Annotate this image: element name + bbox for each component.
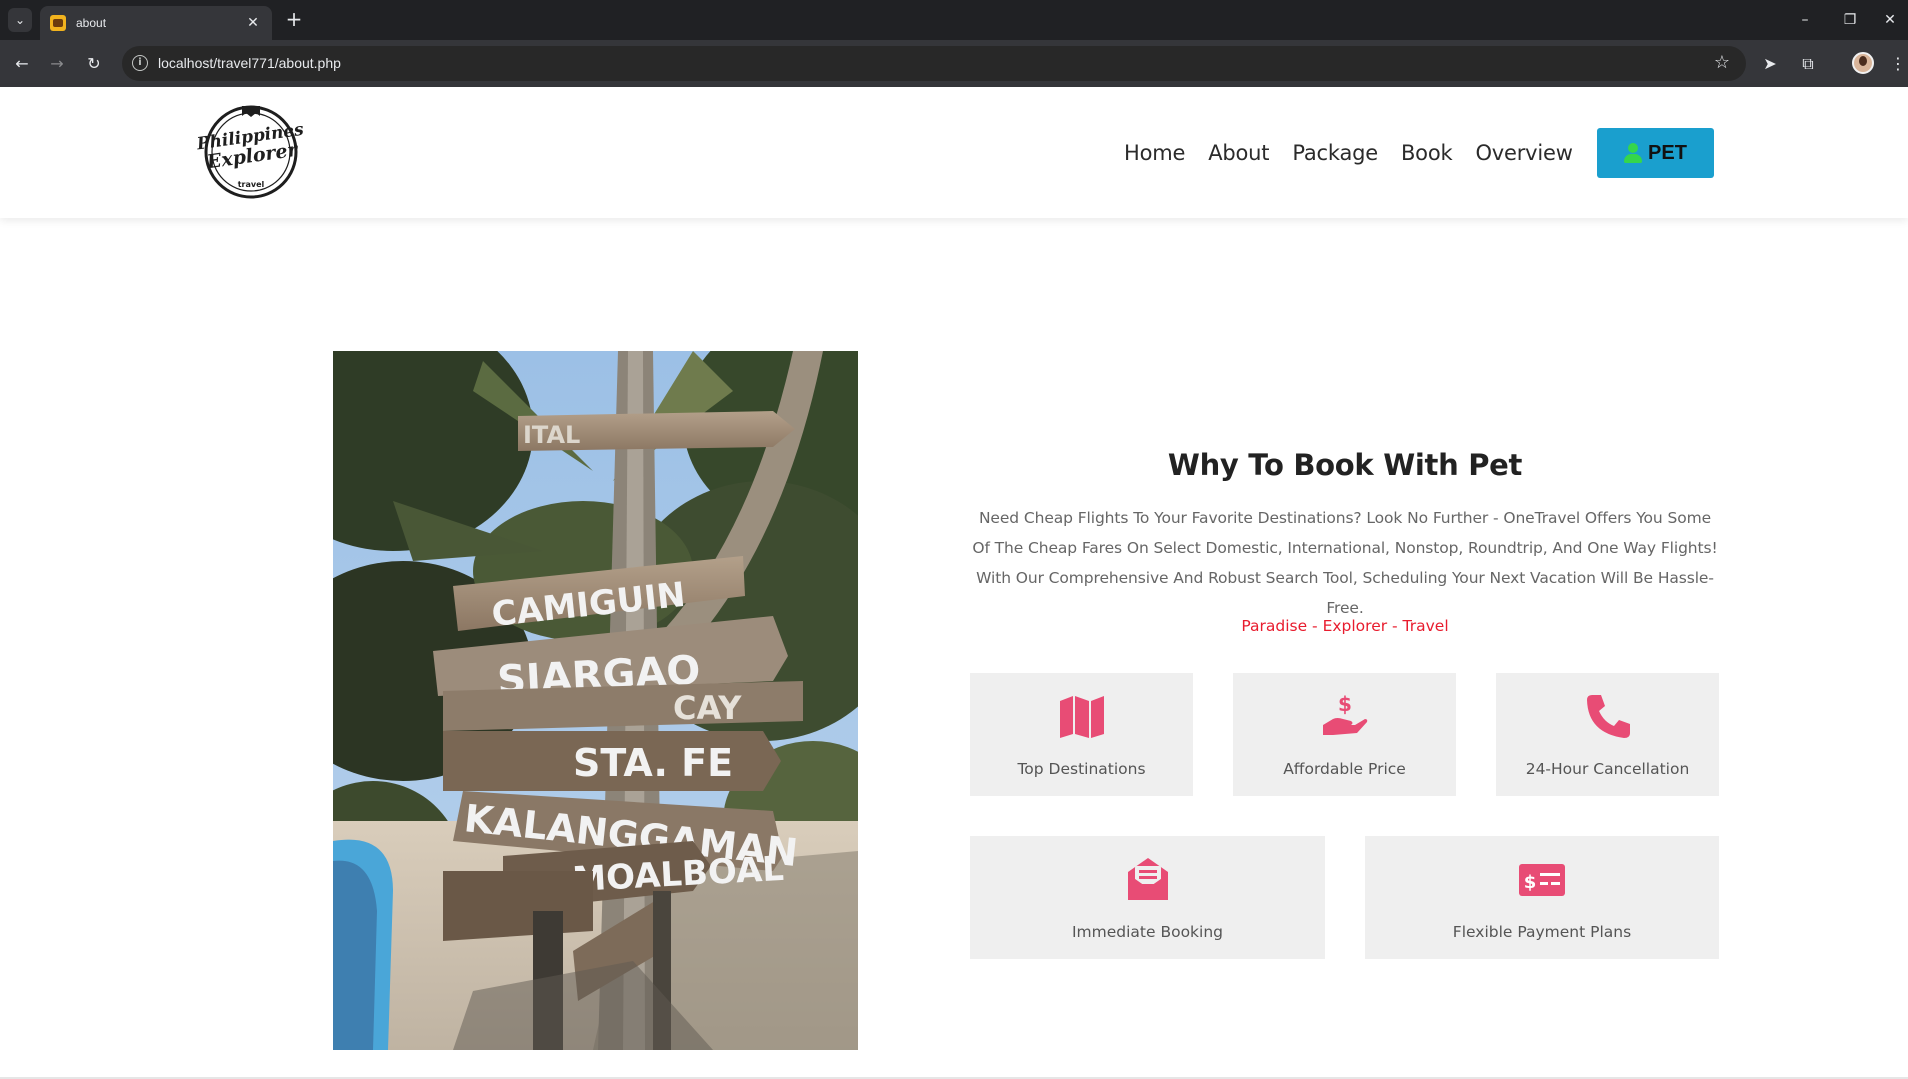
map-icon [1059, 696, 1104, 738]
url-text[interactable]: localhost/travel771/about.php [158, 55, 341, 71]
reload-icon[interactable]: ↻ [82, 52, 106, 76]
about-heading: Why To Book With Pet [1167, 448, 1523, 482]
feature-card-immediate-booking: Immediate Booking [970, 836, 1325, 959]
sign-text-cay: CAY [673, 689, 742, 727]
feature-label: 24-Hour Cancellation [1525, 760, 1690, 778]
phone-icon [1586, 695, 1630, 738]
browser-tab[interactable]: about ✕ [40, 6, 272, 40]
site-info-icon[interactable]: i [132, 55, 148, 71]
profile-avatar[interactable] [1852, 52, 1874, 74]
nav-overview[interactable]: Overview [1475, 141, 1572, 165]
about-paragraph: Need Cheap Flights To Your Favorite Dest… [972, 509, 1718, 617]
logo-text-line3: travel [238, 180, 265, 189]
svg-text:$: $ [1524, 872, 1537, 893]
feature-label: Flexible Payment Plans [1452, 923, 1632, 941]
pet-button-label: PET [1648, 141, 1687, 164]
close-window-icon[interactable]: ✕ [1870, 8, 1908, 32]
nav-home[interactable]: Home [1124, 141, 1185, 165]
browser-tab-bar: ⌄ about ✕ + – ❐ ✕ [0, 0, 1908, 40]
nav-package[interactable]: Package [1292, 141, 1378, 165]
restore-icon[interactable]: ❐ [1830, 8, 1870, 32]
nav-about[interactable]: About [1208, 141, 1269, 165]
bookmark-star-icon[interactable]: ☆ [1714, 52, 1730, 73]
envelope-open-icon [1127, 858, 1168, 900]
feature-label: Top Destinations [1017, 760, 1146, 778]
pet-user-button[interactable]: PET [1597, 128, 1714, 178]
money-check-icon: $ [1519, 864, 1565, 896]
feature-card-top-destinations: Top Destinations [970, 673, 1193, 796]
address-bar[interactable]: i localhost/travel771/about.php ☆ [122, 46, 1746, 81]
new-tab-icon[interactable]: + [282, 8, 306, 32]
back-icon[interactable]: ← [10, 52, 34, 76]
nav-book[interactable]: Book [1401, 141, 1453, 165]
feature-label: Immediate Booking [1071, 923, 1224, 941]
favicon-icon [50, 15, 66, 31]
hand-dollar-icon: $ [1322, 693, 1367, 735]
feature-card-24-hour-cancellation: 24-Hour Cancellation [1496, 673, 1719, 796]
svg-text:$: $ [1338, 693, 1352, 716]
browser-toolbar: ← → ↻ i localhost/travel771/about.php ☆ … [0, 40, 1908, 87]
main-nav: Home About Package Book Overview [1124, 87, 1596, 218]
user-icon [1624, 143, 1643, 163]
signpost-photo: ITAL CAMIGUIN SIARGAO CAY STA. FE KALANG… [333, 351, 858, 1050]
about-tagline: Paradise - Explorer - Travel [1241, 617, 1449, 635]
menu-kebab-icon[interactable]: ⋮ [1886, 52, 1908, 76]
philippines-explorer-logo[interactable]: Philippines Explorer travel [195, 102, 307, 202]
feature-label: Affordable Price [1283, 760, 1406, 778]
feature-card-affordable-price: $ Affordable Price [1233, 673, 1456, 796]
tab-search-chevron-icon[interactable]: ⌄ [8, 8, 32, 32]
forward-icon[interactable]: → [45, 52, 69, 76]
site-header: Philippines Explorer travel Home About P… [0, 87, 1908, 218]
tab-title: about [76, 16, 107, 30]
sign-text-ital: ITAL [523, 421, 580, 449]
feature-card-flexible-payment-plans: $ Flexible Payment Plans [1365, 836, 1719, 959]
tab-close-icon[interactable]: ✕ [244, 15, 262, 31]
extensions-puzzle-icon[interactable]: ⧉ [1796, 52, 1820, 76]
minimize-icon[interactable]: – [1785, 8, 1825, 32]
cursor-extension-icon[interactable]: ➤ [1758, 52, 1782, 76]
sign-text-stafe: STA. FE [573, 741, 733, 785]
